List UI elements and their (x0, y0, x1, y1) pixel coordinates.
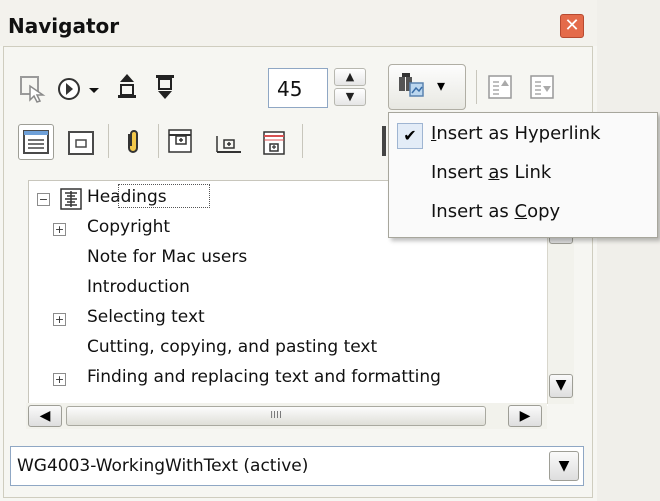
horizontal-scrollbar[interactable]: ◀ IIII ▶ (26, 403, 547, 429)
chevron-down-icon: ▾ (437, 76, 446, 95)
footer-icon[interactable] (214, 128, 244, 158)
partial-icon (382, 126, 386, 156)
menu-item-insert-as-copy[interactable]: Insert as Copy (431, 201, 560, 222)
chevron-down-icon: ▼ (558, 458, 570, 474)
set-reminder-icon[interactable] (66, 128, 96, 158)
tree-item[interactable]: Cutting, copying, and pasting text (87, 337, 377, 357)
drag-mode-button[interactable]: ▾ (388, 64, 466, 110)
collapse-icon[interactable]: − (37, 193, 50, 206)
promote-chapter-icon[interactable] (486, 72, 516, 102)
toolbar-separator (158, 124, 159, 158)
tree-item[interactable]: Copyright (87, 217, 170, 237)
previous-icon[interactable] (112, 72, 142, 102)
document-selector-value: WG4003-WorkingWithText (active) (17, 456, 309, 476)
spin-up-button[interactable]: ▲ (334, 68, 366, 86)
expand-icon[interactable]: + (53, 373, 66, 386)
navigator-panel: Navigator ✕ 45 ▲ ▼ ▾ − Headings + Copyri… (0, 0, 597, 501)
anchor-icon[interactable] (260, 128, 290, 158)
spin-down-button[interactable]: ▼ (334, 88, 366, 106)
expand-icon[interactable]: + (53, 313, 66, 326)
tree-item[interactable]: Note for Mac users (87, 247, 247, 267)
navigation-icon[interactable] (56, 74, 86, 104)
expand-icon[interactable]: + (53, 223, 66, 236)
toolbar-separator (302, 124, 303, 158)
drag-mode-menu: ✔ Insert as Hyperlink Insert as Link Ins… (388, 112, 658, 238)
scroll-down-button[interactable]: ▼ (549, 374, 573, 398)
scroll-right-button[interactable]: ▶ (508, 405, 542, 427)
headings-icon (59, 187, 83, 211)
toolbar-separator (108, 124, 109, 158)
horizontal-scroll-thumb[interactable]: IIII (66, 406, 486, 426)
menu-item-insert-as-hyperlink[interactable]: Insert as Hyperlink (431, 123, 600, 144)
document-selector[interactable]: WG4003-WorkingWithText (active) ▼ (10, 446, 584, 486)
toolbar-separator (476, 70, 477, 104)
title-bar[interactable]: Navigator ✕ (0, 0, 597, 46)
toggle-icon[interactable] (18, 74, 48, 104)
navigation-dropdown-icon[interactable] (84, 74, 104, 104)
close-button[interactable]: ✕ (560, 14, 584, 38)
menu-item-insert-as-link[interactable]: Insert as Link (431, 162, 551, 183)
background-area (597, 0, 660, 501)
scroll-left-button[interactable]: ◀ (28, 405, 62, 427)
tree-item[interactable]: Introduction (87, 277, 190, 297)
next-icon[interactable] (150, 72, 180, 102)
close-icon: ✕ (564, 15, 580, 36)
document-selector-button[interactable]: ▼ (549, 451, 579, 481)
content-view-icon (23, 130, 49, 154)
window-title: Navigator (8, 14, 120, 38)
content-view-button[interactable] (18, 124, 54, 160)
level-spin-buttons: ▲ ▼ (334, 68, 368, 108)
tree-item[interactable]: Selecting text (87, 307, 205, 327)
header-icon[interactable] (166, 126, 196, 156)
level-spin-field[interactable]: 45 (268, 68, 328, 108)
selection-focus-outline (118, 184, 210, 208)
demote-chapter-icon[interactable] (528, 72, 558, 102)
checkmark-icon: ✔ (397, 123, 423, 149)
paperclip-icon[interactable] (118, 126, 148, 156)
drag-mode-icon (395, 71, 425, 101)
tree-item[interactable]: Finding and replacing text and formattin… (87, 367, 441, 387)
